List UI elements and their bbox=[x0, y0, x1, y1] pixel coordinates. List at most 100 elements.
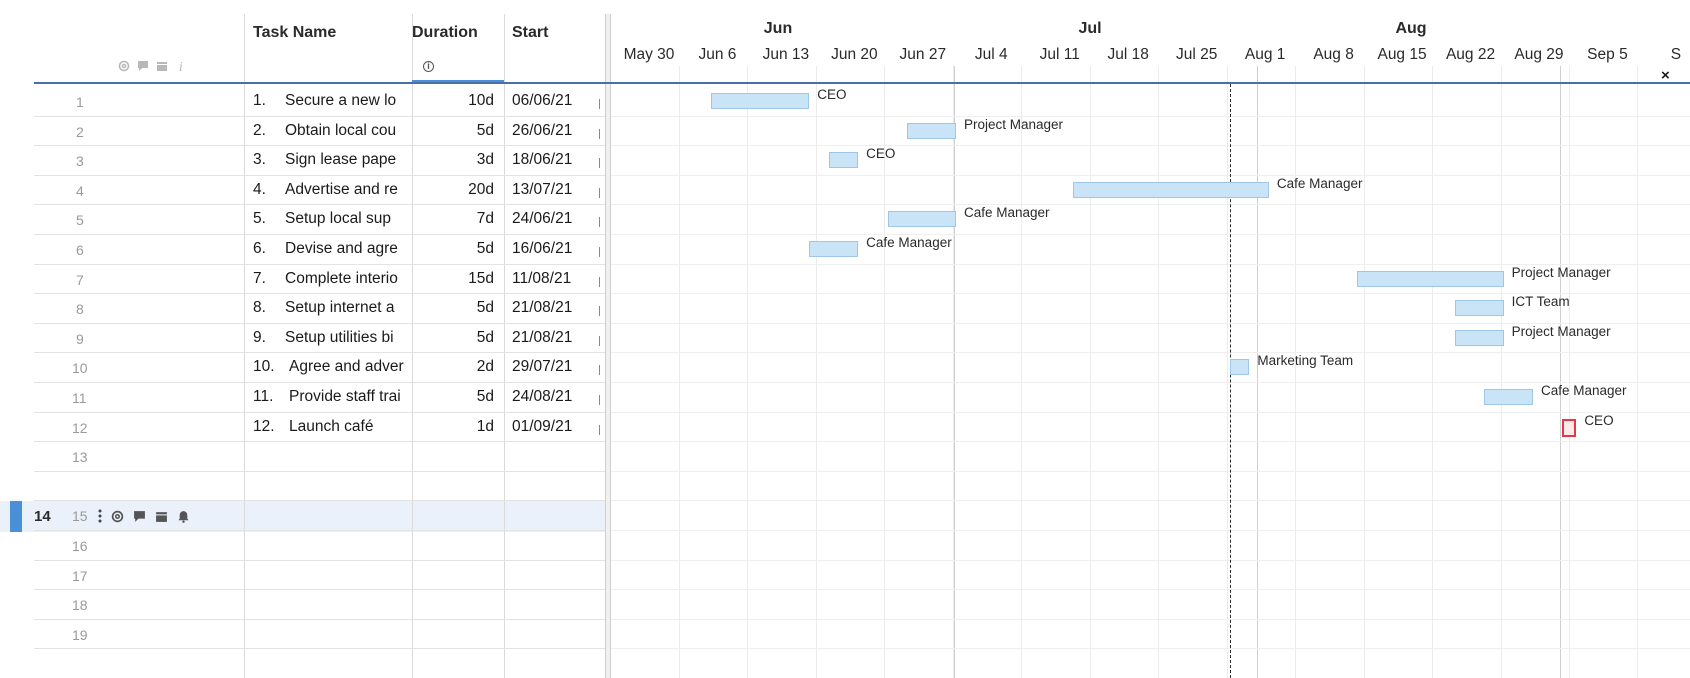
task-number: 6. bbox=[253, 240, 266, 257]
start-date-cell[interactable]: 06/06/21 bbox=[512, 92, 592, 110]
task-name-cell[interactable]: 7. Complete interio bbox=[253, 270, 406, 288]
svg-text:i: i bbox=[179, 60, 183, 72]
task-name-cell[interactable]: 10. Agree and adver bbox=[253, 358, 406, 376]
duration-cell[interactable]: 5d bbox=[412, 240, 494, 258]
gantt-milestone-bar[interactable] bbox=[1562, 418, 1577, 437]
task-number: 1. bbox=[253, 92, 266, 109]
proof-icon[interactable] bbox=[155, 510, 168, 528]
duration-cell[interactable]: 7d bbox=[412, 210, 494, 228]
row-number[interactable]: 16 bbox=[72, 538, 132, 554]
week-gridline bbox=[1226, 66, 1228, 678]
task-number: 2. bbox=[253, 121, 266, 139]
row-number[interactable]: 18 bbox=[72, 597, 132, 613]
column-header-task-name[interactable]: Task Name bbox=[253, 24, 336, 42]
gantt-task-bar[interactable] bbox=[907, 122, 956, 139]
row-number[interactable]: 8 bbox=[76, 301, 136, 317]
gantt-task-bar[interactable] bbox=[1073, 181, 1269, 198]
start-date-cell[interactable]: 01/09/21 bbox=[512, 418, 592, 436]
task-name-text: Obtain local cou bbox=[285, 121, 397, 139]
gantt-task-bar[interactable] bbox=[1356, 270, 1504, 287]
task-number: 12. bbox=[253, 417, 275, 435]
gantt-task-bar[interactable] bbox=[887, 211, 956, 228]
task-number: 5. bbox=[253, 210, 266, 228]
row-number[interactable]: 13 bbox=[72, 449, 132, 465]
task-name-cell[interactable]: 12. Launch café bbox=[253, 418, 406, 436]
month-label: Aug bbox=[1395, 20, 1427, 37]
close-gantt-button[interactable]: × bbox=[1661, 67, 1670, 84]
header-icons: i bbox=[118, 60, 200, 72]
gantt-task-bar[interactable] bbox=[1454, 329, 1504, 346]
column-header-duration[interactable]: Duration bbox=[412, 24, 478, 42]
comment-icon[interactable] bbox=[133, 510, 146, 528]
duration-cell[interactable]: 20d bbox=[412, 181, 494, 199]
duration-cell[interactable]: 5d bbox=[412, 388, 494, 406]
row-number[interactable]: 2 bbox=[76, 124, 136, 140]
duration-info-icon[interactable]: i bbox=[423, 61, 434, 72]
attachment-icon[interactable] bbox=[111, 510, 124, 528]
duration-cell[interactable]: 5d bbox=[412, 329, 494, 347]
bar-assignee-label: CEO bbox=[1584, 412, 1614, 428]
duration-cell[interactable]: 1d bbox=[412, 418, 494, 436]
gantt-app: i Task Name Duration Start i 1 1. Secure a… bbox=[0, 0, 1690, 678]
start-date-cell[interactable]: 29/07/21 bbox=[512, 358, 592, 376]
gantt-task-bar[interactable] bbox=[711, 93, 810, 109]
duration-cell[interactable]: 5d bbox=[412, 299, 494, 317]
row-number[interactable]: 6 bbox=[76, 242, 136, 258]
task-name-cell[interactable]: 2. Obtain local cou bbox=[253, 122, 406, 140]
start-date-cell[interactable]: 24/08/21 bbox=[512, 388, 592, 406]
task-name-cell[interactable]: 9. Setup utilities bi bbox=[253, 329, 406, 347]
gantt-task-bar[interactable] bbox=[1229, 359, 1250, 376]
duration-cell[interactable]: 3d bbox=[412, 151, 494, 169]
start-date-cell[interactable]: 21/08/21 bbox=[512, 299, 592, 317]
row-number[interactable]: 4 bbox=[76, 183, 136, 199]
task-name-cell[interactable]: 3. Sign lease pape bbox=[253, 151, 406, 169]
row-number[interactable]: 1 bbox=[76, 94, 136, 110]
today-marker-line bbox=[1229, 84, 1231, 678]
row-number[interactable]: 19 bbox=[72, 627, 132, 643]
bell-icon[interactable] bbox=[177, 510, 190, 528]
row-number[interactable]: 11 bbox=[72, 390, 132, 406]
duration-cell[interactable]: 10d bbox=[412, 92, 494, 110]
task-name-cell[interactable]: 11. Provide staff trai bbox=[253, 388, 406, 406]
task-name-cell[interactable]: 8. Setup internet a bbox=[253, 299, 406, 317]
gantt-task-bar[interactable] bbox=[1484, 389, 1533, 405]
start-date-cell[interactable]: 16/06/21 bbox=[512, 240, 592, 258]
start-date-cell[interactable]: 24/06/21 bbox=[512, 210, 592, 228]
row-edge-marker bbox=[598, 185, 601, 198]
start-date-cell[interactable]: 18/06/21 bbox=[512, 151, 592, 169]
duration-cell[interactable]: 15d bbox=[412, 270, 494, 288]
row-number[interactable]: 10 bbox=[72, 360, 132, 376]
gantt-task-bar[interactable] bbox=[809, 241, 859, 257]
week-label: Jul 25 bbox=[1175, 46, 1218, 63]
column-header-start[interactable]: Start bbox=[512, 24, 548, 42]
week-label: Jul 4 bbox=[974, 46, 1008, 63]
start-date-cell[interactable]: 13/07/21 bbox=[512, 181, 592, 199]
month-label: Jul bbox=[1078, 20, 1102, 37]
duration-cell[interactable]: 2d bbox=[412, 358, 494, 376]
row-number[interactable]: 9 bbox=[76, 331, 136, 347]
active-row-number[interactable]: 14 bbox=[34, 508, 51, 525]
row-edge-marker bbox=[598, 244, 601, 257]
gantt-task-bar[interactable] bbox=[1454, 300, 1504, 317]
column-divider bbox=[504, 14, 505, 678]
month-boundary-line bbox=[953, 66, 955, 678]
header-divider bbox=[34, 82, 1690, 84]
more-vertical-icon[interactable] bbox=[98, 509, 102, 528]
start-date-cell[interactable]: 11/08/21 bbox=[512, 270, 592, 288]
row-number[interactable]: 5 bbox=[76, 212, 136, 228]
row-number[interactable]: 12 bbox=[72, 420, 132, 436]
start-date-cell[interactable]: 21/08/21 bbox=[512, 329, 592, 347]
task-name-cell[interactable]: 6. Devise and agre bbox=[253, 240, 406, 258]
info-icon: i bbox=[175, 60, 187, 72]
start-date-cell[interactable]: 26/06/21 bbox=[512, 122, 592, 140]
task-name-cell[interactable]: 5. Setup local sup bbox=[253, 210, 406, 228]
row-number[interactable]: 17 bbox=[72, 568, 132, 584]
row-number[interactable]: 3 bbox=[76, 153, 136, 169]
gantt-task-bar[interactable] bbox=[828, 152, 859, 169]
task-name-cell[interactable]: 1. Secure a new lo bbox=[253, 92, 406, 110]
row-edge-marker bbox=[598, 362, 601, 376]
row-edge-marker bbox=[598, 126, 601, 139]
row-number[interactable]: 7 bbox=[76, 272, 136, 288]
task-name-cell[interactable]: 4. Advertise and re bbox=[253, 181, 406, 199]
duration-cell[interactable]: 5d bbox=[412, 122, 494, 140]
